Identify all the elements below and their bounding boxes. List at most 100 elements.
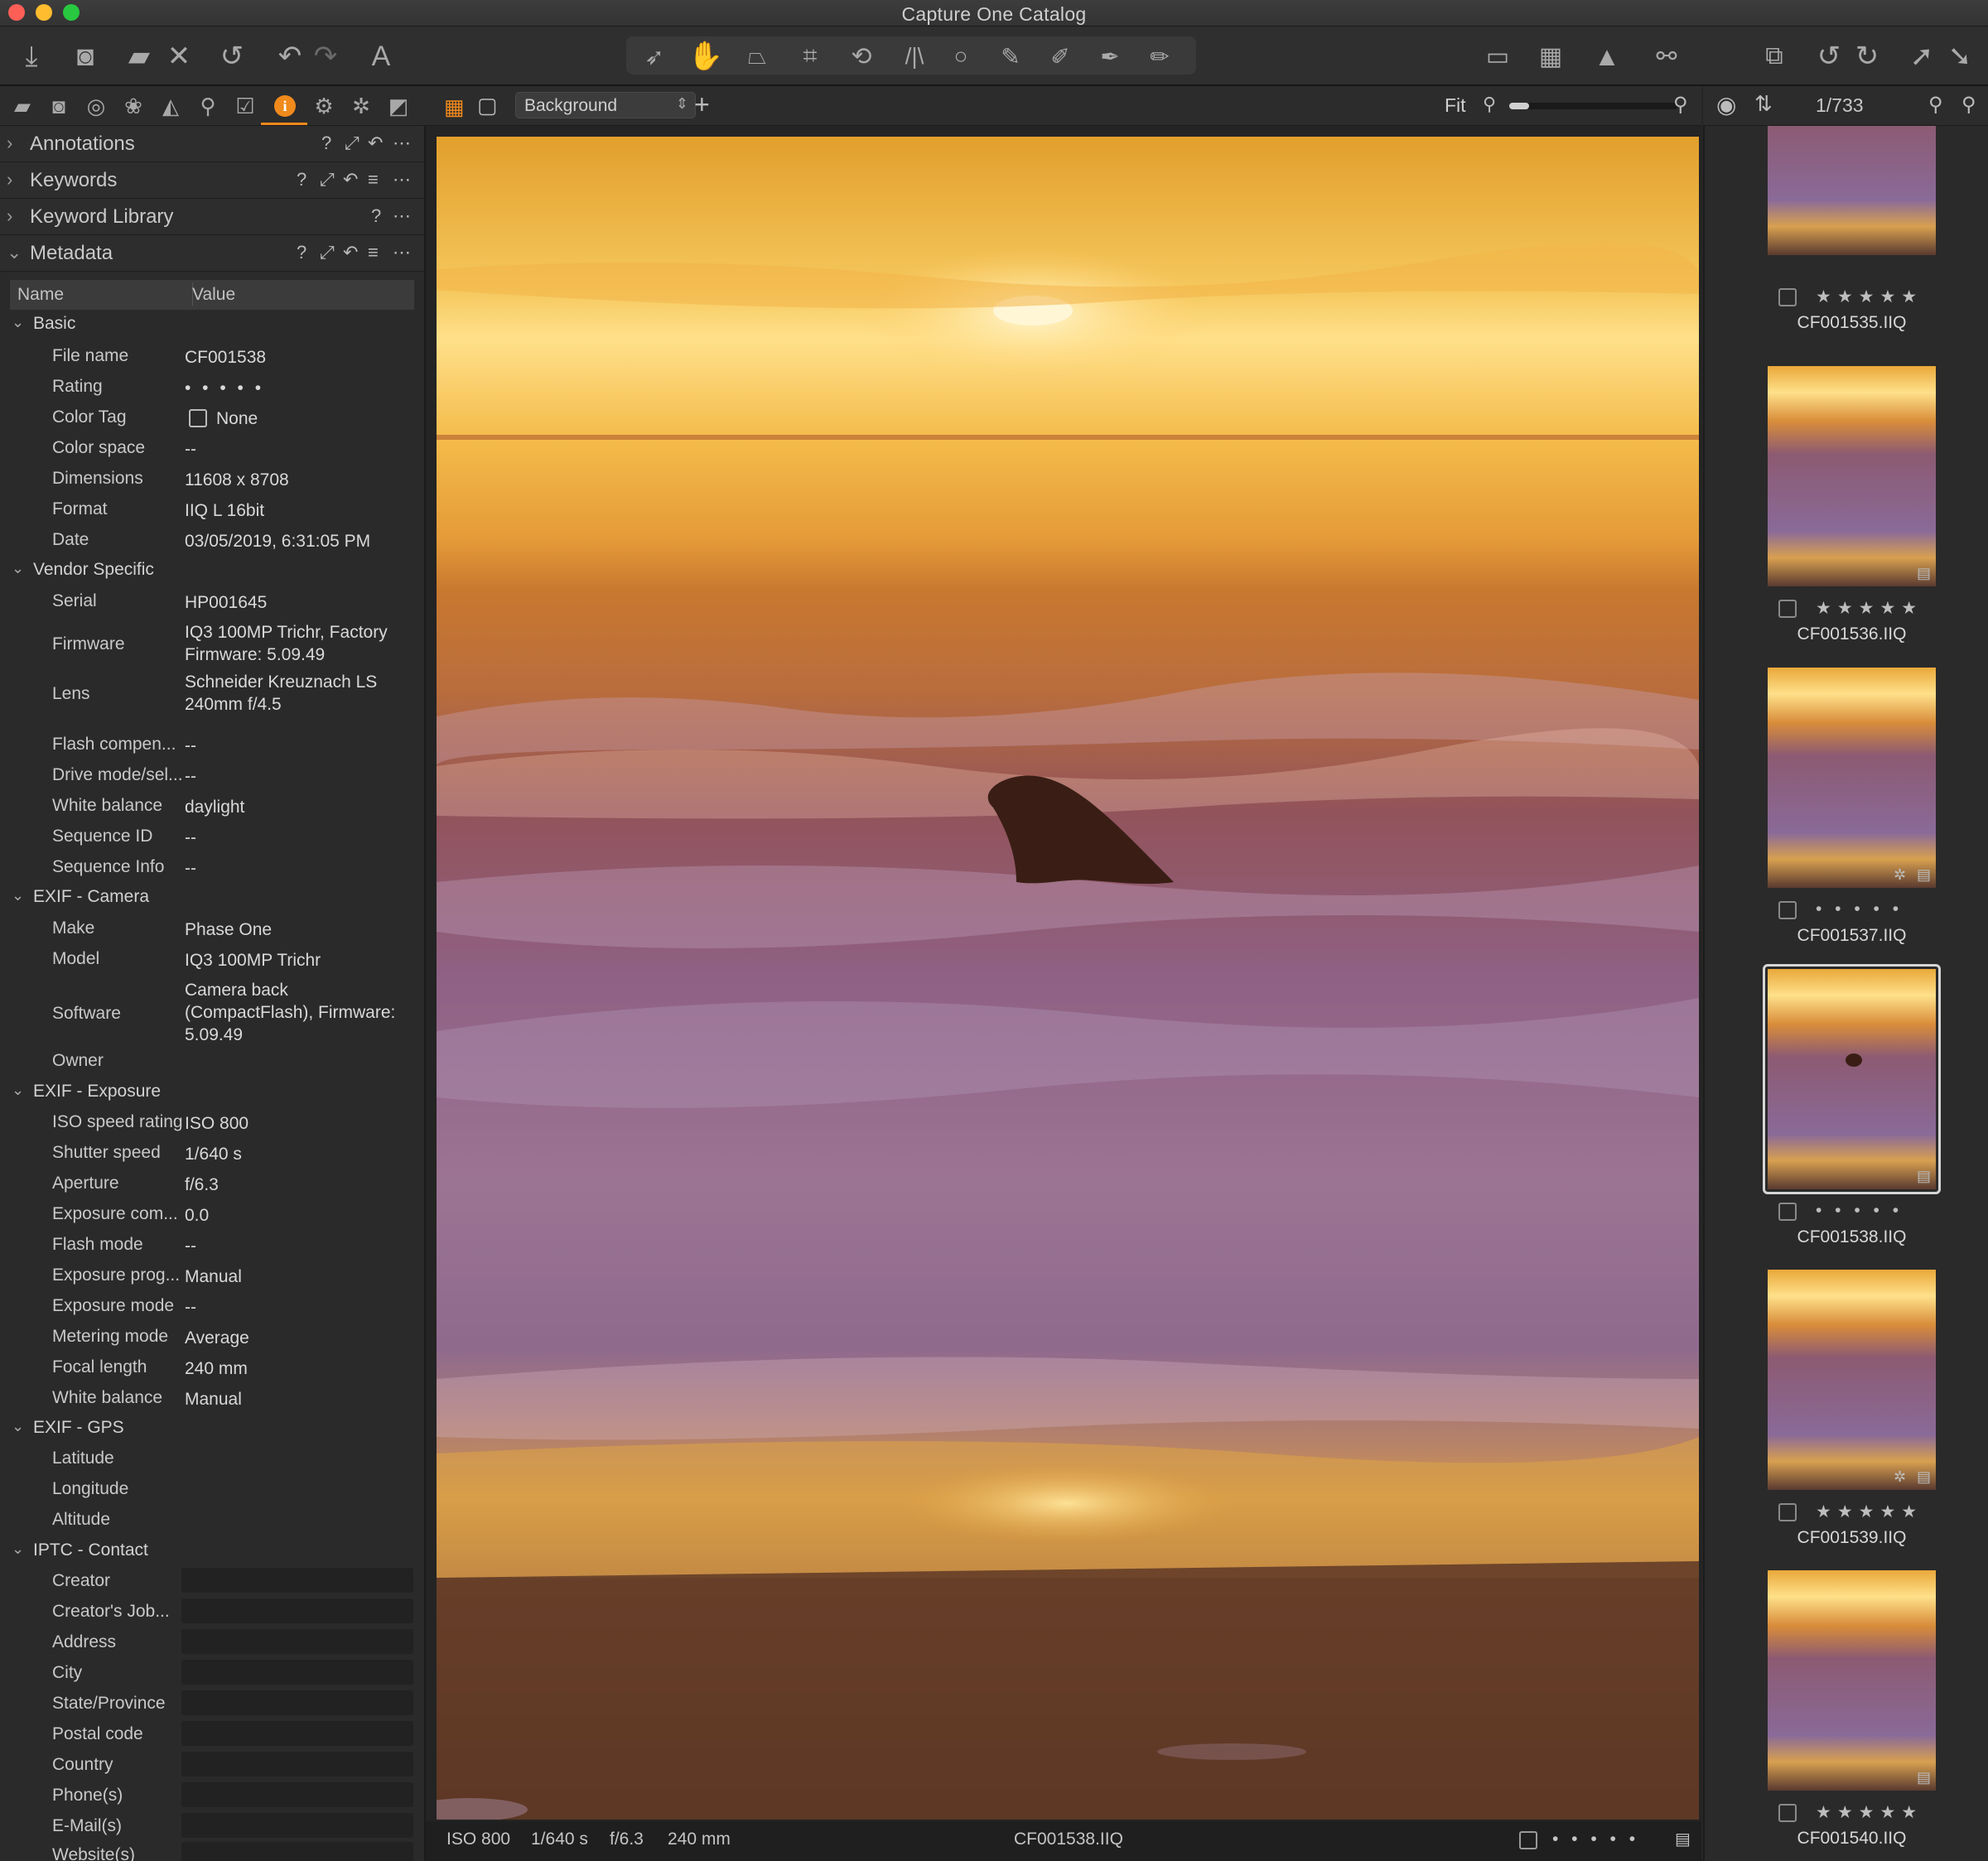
thumbnail-checkbox[interactable] [1778,1203,1797,1221]
layer-select[interactable]: Background ⇕ [515,92,696,118]
website-field[interactable] [181,1842,413,1861]
color-icon[interactable]: ❀ [118,91,149,121]
thumbnail-rating[interactable]: ★★★★★ [1816,1802,1923,1823]
thumbnail-checkbox[interactable] [1778,288,1797,306]
add-layer-icon[interactable]: + [694,89,710,120]
batch-icon[interactable]: ✲ [345,91,377,121]
multi-view-icon[interactable]: ▦ [444,94,465,120]
chevron-down-icon[interactable]: ⌄ [12,314,24,331]
value[interactable]: None [216,407,424,430]
details-icon[interactable]: ⚲ [192,91,224,121]
redo-icon[interactable]: ↷ [302,30,349,83]
rotate-right-icon[interactable]: ↻ [1844,30,1890,83]
chevron-right-icon[interactable]: › [7,133,12,154]
chevron-down-icon[interactable]: ⌄ [12,1418,24,1435]
edit-overlay-icon[interactable]: ▭ [1474,30,1521,83]
chevron-down-icon[interactable]: ⌄ [12,1082,24,1099]
perspective-icon[interactable]: ⏢ [734,30,780,83]
country-field[interactable] [181,1752,413,1777]
thumbnail-checkbox[interactable] [1778,901,1797,919]
annotations-header[interactable]: › Annotations ? ⤢ ↶ ⋯ [0,126,424,162]
value[interactable]: CF001538 [185,346,424,369]
chevron-down-icon[interactable]: ⌄ [12,560,24,577]
zoom-slider[interactable] [1509,103,1678,109]
single-view-icon[interactable]: ▢ [477,93,498,118]
sort-icon[interactable]: ⇅ [1754,91,1773,117]
viewer-mode-icon[interactable]: ⧉ [1751,30,1797,83]
zoom-in-icon[interactable]: ⚲ [1673,93,1688,117]
zoom-fit-label[interactable]: Fit [1445,94,1466,117]
zoom-out-icon[interactable]: ⚲ [1483,94,1496,115]
value-column-header[interactable]: Value [192,285,235,305]
postal-field[interactable] [181,1721,413,1746]
address-field[interactable] [181,1629,413,1654]
thumbnail-image[interactable] [1768,1570,1936,1791]
exposure-icon[interactable]: ◭ [155,91,186,121]
camera-icon[interactable]: ◙ [62,30,109,83]
creator-field[interactable] [181,1568,413,1593]
thumbnail-image[interactable] [1768,668,1936,888]
metadata-header[interactable]: ⌄ Metadata ? ⤢ ↶ ≡ ⋯ [0,235,424,272]
spot-removal-icon[interactable]: ○ [938,30,984,83]
edit-icon[interactable]: ⤢ [320,242,335,263]
status-color-tag-checkbox[interactable] [1519,1831,1537,1849]
main-photo[interactable] [437,137,1699,1820]
creator-job-field[interactable] [181,1598,413,1623]
status-rating[interactable]: • • • • • [1552,1830,1639,1849]
output-icon[interactable]: ⚙ [308,91,340,121]
exposure-warning-icon[interactable]: ▲ [1584,30,1630,83]
more-icon[interactable]: ⋯ [393,205,411,227]
draw-mask-icon[interactable]: ✎ [987,30,1034,83]
help-icon[interactable]: ? [321,133,331,154]
import-icon[interactable]: ⤓ [8,30,55,83]
metadata-icon[interactable]: i [269,91,301,121]
zoom-slider-fill[interactable] [1509,103,1530,109]
chevron-right-icon[interactable]: › [7,169,12,190]
state-field[interactable] [181,1690,413,1715]
thumbnail-checkbox[interactable] [1778,1804,1797,1822]
more-icon[interactable]: ⋯ [393,242,411,263]
thumbnail-rating[interactable]: ★★★★★ [1816,287,1923,307]
thumbnail-image[interactable] [1768,969,1936,1189]
email-field[interactable] [181,1813,413,1838]
help-icon[interactable]: ? [297,242,306,263]
eye-icon[interactable]: ◉ [1716,91,1736,118]
select-cursor-icon[interactable]: ➶ [631,30,678,83]
text-tool-icon[interactable]: A [358,30,404,83]
delete-icon[interactable]: ✕ [156,30,202,83]
reset-icon[interactable]: ↶ [343,242,358,263]
info-icon[interactable]: ▤ [1675,1829,1691,1849]
reset-icon[interactable]: ↶ [368,133,383,154]
capture-icon[interactable]: ◙ [43,91,75,121]
chevron-down-icon[interactable]: ⌄ [12,1540,24,1558]
edit-icon[interactable]: ⤢ [345,133,359,154]
help-icon[interactable]: ? [297,169,306,190]
styles-icon[interactable]: ◩ [383,91,414,121]
search-icon[interactable]: ⚲ [1928,93,1943,117]
adjustments-icon[interactable]: ☑ [229,91,261,121]
more-icon[interactable]: ⋯ [393,133,411,154]
city-field[interactable] [181,1660,413,1685]
chevron-right-icon[interactable]: › [7,205,12,227]
library-icon[interactable]: ▰ [7,91,38,121]
grid-icon[interactable]: ▦ [1527,30,1574,83]
radial-mask-icon[interactable]: ✒ [1087,30,1133,83]
color-tag-checkbox[interactable] [189,409,207,427]
keystone-icon[interactable]: /|\ [891,30,938,83]
proof-glasses-icon[interactable]: ⚯ [1640,30,1693,83]
keyword-library-header[interactable]: › Keyword Library ? ⋯ [0,199,424,235]
thumbnail-checkbox[interactable] [1778,600,1797,618]
thumbnail-image[interactable] [1768,126,1936,255]
thumbnail-rating[interactable]: • • • • • [1816,1201,1903,1221]
phone-field[interactable] [181,1782,413,1807]
list-icon[interactable]: ≡ [368,169,379,190]
pan-hand-icon[interactable]: ✋ [683,30,729,83]
edit-icon[interactable]: ⤢ [320,169,335,190]
rotate-icon[interactable]: ⟲ [838,30,885,83]
thumbnail-image[interactable] [1768,1270,1936,1490]
crop-icon[interactable]: ⌗ [787,30,833,83]
reset-icon[interactable]: ↶ [343,169,358,190]
zoom-icon[interactable]: ⚲ [1961,93,1976,117]
keywords-header[interactable]: › Keywords ? ⤢ ↶ ≡ ⋯ [0,162,424,199]
thumbnail-image[interactable] [1768,366,1936,586]
